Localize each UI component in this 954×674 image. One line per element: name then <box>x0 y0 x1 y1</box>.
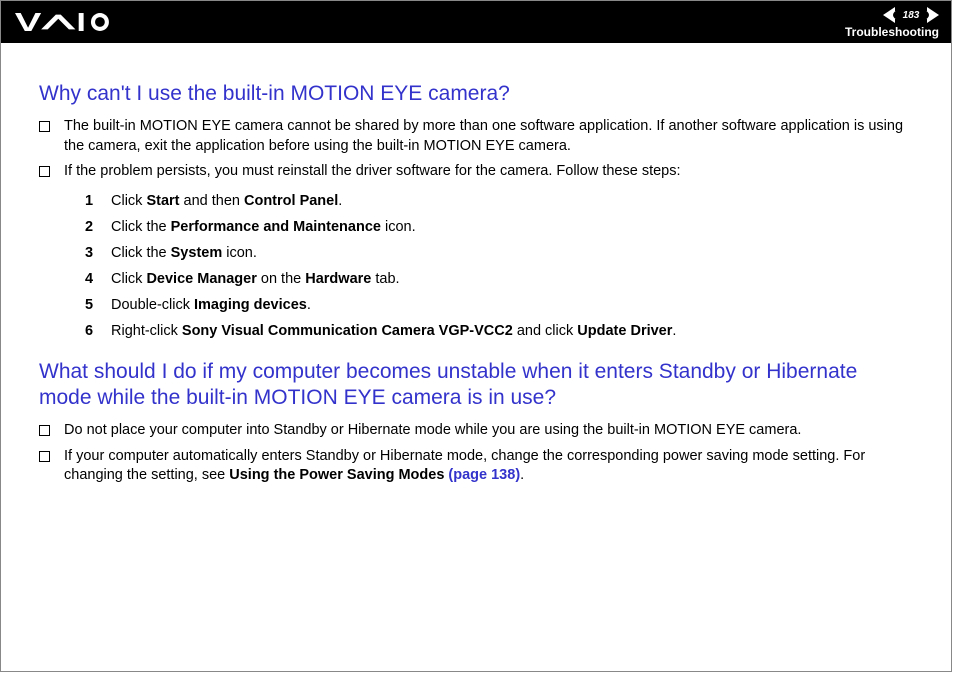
page-reference-link[interactable]: (page 138) <box>448 467 520 483</box>
section-label: Troubleshooting <box>845 25 939 39</box>
q2-bullet-2: If your computer automatically enters St… <box>39 447 913 486</box>
step-number: 5 <box>85 292 111 318</box>
step-5: 5 Double-click Imaging devices. <box>85 292 913 318</box>
question-2-title: What should I do if my computer becomes … <box>39 359 913 412</box>
step-1: 1 Click Start and then Control Panel. <box>85 188 913 214</box>
page-number: 183 <box>883 10 939 21</box>
bullet-icon <box>39 166 50 177</box>
steps-list: 1 Click Start and then Control Panel. 2 … <box>85 188 913 345</box>
q2-bullet-2-text: If your computer automatically enters St… <box>64 447 913 486</box>
bullet-icon <box>39 121 50 132</box>
step-text: Click Device Manager on the Hardware tab… <box>111 266 400 292</box>
q1-bullet-2: If the problem persists, you must reinst… <box>39 162 913 182</box>
step-number: 3 <box>85 240 111 266</box>
bullet-icon <box>39 451 50 462</box>
step-number: 6 <box>85 318 111 344</box>
step-3: 3 Click the System icon. <box>85 240 913 266</box>
page-frame: 183 Troubleshooting Why can't I use the … <box>0 0 952 672</box>
bullet-icon <box>39 425 50 436</box>
step-number: 1 <box>85 188 111 214</box>
q2-bullet-1: Do not place your computer into Standby … <box>39 421 913 441</box>
step-text: Click Start and then Control Panel. <box>111 188 342 214</box>
q1-bullet-2-text: If the problem persists, you must reinst… <box>64 162 913 182</box>
step-number: 2 <box>85 214 111 240</box>
step-text: Double-click Imaging devices. <box>111 292 311 318</box>
step-4: 4 Click Device Manager on the Hardware t… <box>85 266 913 292</box>
header-bar: 183 Troubleshooting <box>1 1 951 43</box>
step-2: 2 Click the Performance and Maintenance … <box>85 214 913 240</box>
q2-bullet-1-text: Do not place your computer into Standby … <box>64 421 913 441</box>
step-text: Right-click Sony Visual Communication Ca… <box>111 318 676 344</box>
page-number-badge: 183 <box>883 7 939 23</box>
step-text: Click the System icon. <box>111 240 257 266</box>
content-area: Why can't I use the built-in MOTION EYE … <box>1 43 951 486</box>
q1-bullet-1: The built-in MOTION EYE camera cannot be… <box>39 117 913 156</box>
header-right: 183 Troubleshooting <box>845 5 939 39</box>
step-number: 4 <box>85 266 111 292</box>
question-1-title: Why can't I use the built-in MOTION EYE … <box>39 81 913 107</box>
step-text: Click the Performance and Maintenance ic… <box>111 214 416 240</box>
step-6: 6 Right-click Sony Visual Communication … <box>85 318 913 344</box>
vaio-logo <box>15 13 113 31</box>
q1-bullet-1-text: The built-in MOTION EYE camera cannot be… <box>64 117 913 156</box>
